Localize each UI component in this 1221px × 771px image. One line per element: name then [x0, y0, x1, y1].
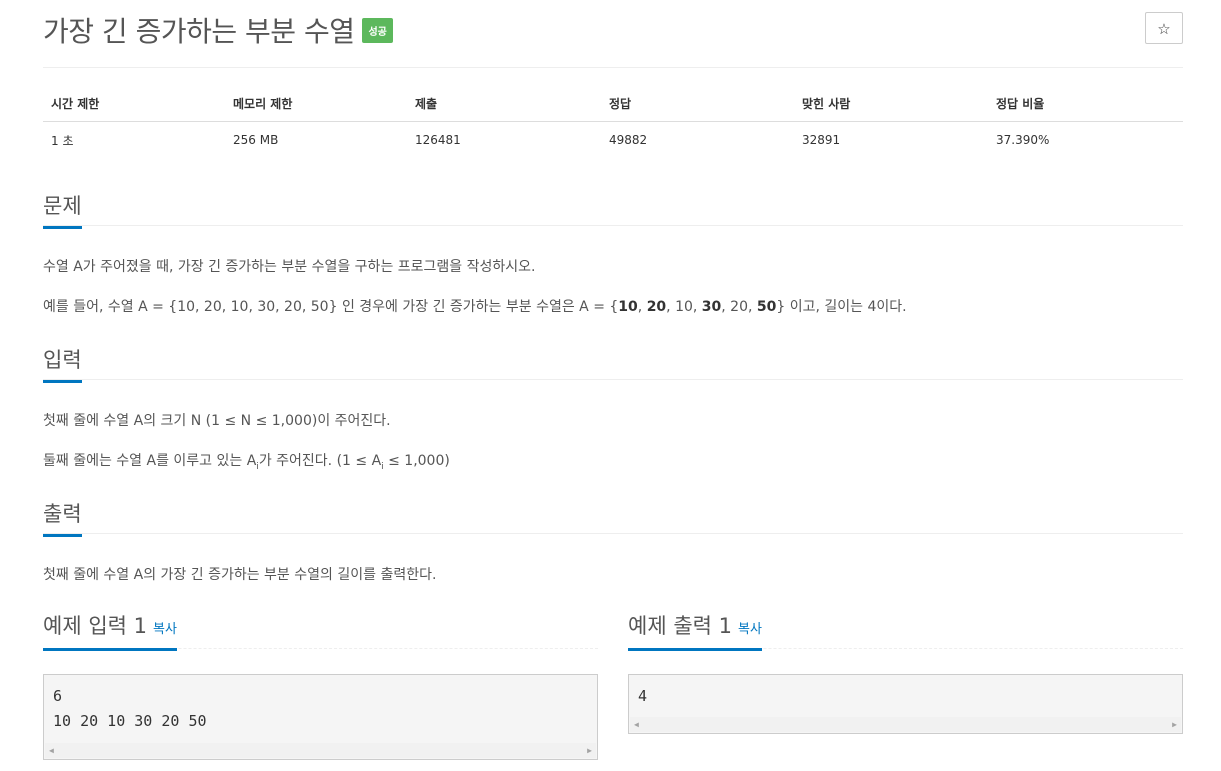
input-text-2-b: 가 주어진다. (1 ≤ A — [258, 453, 382, 469]
value-solved-users: 32891 — [802, 133, 841, 147]
sep-1: , — [637, 299, 647, 315]
sample-input-heading-text: 예제 입력 1 — [43, 614, 147, 638]
problem-info-table: 시간 제한 메모리 제한 제출 정답 맞힌 사람 정답 비율 1 초 256 M… — [43, 86, 1183, 158]
sample-input-line-1: 6 — [53, 687, 63, 705]
sample-input-heading: 예제 입력 1 복사 — [43, 610, 177, 651]
sep-3: , 20, — [721, 299, 757, 315]
sample-input-box[interactable]: 6 10 20 10 30 20 50 ◀ ▶ — [43, 674, 598, 760]
value-accepted: 49882 — [609, 133, 648, 147]
input-heading: 입력 — [43, 344, 82, 383]
info-header-row: 시간 제한 메모리 제한 제출 정답 맞힌 사람 정답 비율 — [43, 86, 1183, 122]
value-memory-limit: 256 MB — [233, 133, 279, 147]
header-memory-limit: 메모리 제한 — [225, 86, 407, 122]
output-section-header: 출력 — [43, 498, 1183, 537]
copy-input-button[interactable]: 복사 — [153, 622, 177, 637]
header-submissions: 제출 — [407, 86, 601, 122]
sample-input-line-2: 10 20 10 30 20 50 — [53, 712, 207, 730]
bold-value-2: 20 — [646, 299, 667, 315]
title-row: 가장 긴 증가하는 부분 수열 성공 ☆ — [43, 0, 1183, 68]
problem-page: 가장 긴 증가하는 부분 수열 성공 ☆ 시간 제한 메모리 제한 제출 정답 맞… — [43, 0, 1183, 760]
output-heading: 출력 — [43, 498, 82, 537]
sample-output-heading: 예제 출력 1 복사 — [628, 610, 762, 651]
problem-text-2: 예를 들어, 수열 A = {10, 20, 10, 30, 20, 50} 인… — [43, 296, 907, 316]
header-accept-ratio: 정답 비율 — [988, 86, 1183, 122]
sample-input-column: 예제 입력 1 복사 6 10 20 10 30 20 50 ◀ ▶ — [43, 610, 598, 760]
scroll-left-icon[interactable]: ◀ — [49, 746, 54, 755]
sample-input-header: 예제 입력 1 복사 — [43, 610, 598, 651]
header-solved-users: 맞힌 사람 — [794, 86, 988, 122]
problem-text-2-suffix: } 이고, 길이는 4이다. — [776, 299, 907, 315]
problem-section-header: 문제 — [43, 190, 1183, 229]
header-time-limit: 시간 제한 — [43, 86, 225, 122]
sample-output-column: 예제 출력 1 복사 4 ◀ ▶ — [628, 610, 1183, 734]
scroll-right-icon[interactable]: ▶ — [587, 746, 592, 755]
bold-value-4: 50 — [756, 299, 777, 315]
output-text-1: 첫째 줄에 수열 A의 가장 긴 증가하는 부분 수열의 길이를 출력한다. — [43, 567, 437, 583]
info-value-row: 1 초 256 MB 126481 49882 32891 37.390% — [43, 122, 1183, 159]
input-text-1: 첫째 줄에 수열 A의 크기 N (1 ≤ N ≤ 1,000)이 주어진다. — [43, 413, 391, 429]
sample-output-heading-text: 예제 출력 1 — [628, 614, 732, 638]
horizontal-scrollbar[interactable]: ◀ ▶ — [45, 743, 596, 758]
page-title-text: 가장 긴 증가하는 부분 수열 — [43, 15, 355, 48]
sample-output-box[interactable]: 4 ◀ ▶ — [628, 674, 1183, 734]
problem-text-1: 수열 A가 주어졌을 때, 가장 긴 증가하는 부분 수열을 구하는 프로그램을… — [43, 259, 536, 275]
input-text-2-a: 둘째 줄에는 수열 A를 이루고 있는 A — [43, 453, 257, 469]
star-button[interactable]: ☆ — [1145, 12, 1183, 44]
header-accepted: 정답 — [601, 86, 794, 122]
input-text-2: 둘째 줄에는 수열 A를 이루고 있는 Ai가 주어진다. (1 ≤ Ai ≤ … — [43, 450, 450, 472]
bold-value-3: 30 — [701, 299, 722, 315]
problem-heading: 문제 — [43, 190, 82, 229]
output-section: 출력 첫째 줄에 수열 A의 가장 긴 증가하는 부분 수열의 길이를 출력한다… — [43, 498, 1183, 583]
value-submissions: 126481 — [415, 133, 461, 147]
page-title: 가장 긴 증가하는 부분 수열 성공 — [43, 10, 393, 50]
star-icon: ☆ — [1157, 20, 1171, 38]
input-text-2-c: ≤ 1,000) — [383, 453, 450, 469]
value-time-limit: 1 초 — [51, 133, 74, 148]
sep-2: , 10, — [666, 299, 702, 315]
input-section: 입력 첫째 줄에 수열 A의 크기 N (1 ≤ N ≤ 1,000)이 주어진… — [43, 344, 1183, 472]
copy-output-button[interactable]: 복사 — [738, 622, 762, 637]
sample-output-line-1: 4 — [638, 687, 648, 705]
problem-description-section: 문제 수열 A가 주어졌을 때, 가장 긴 증가하는 부분 수열을 구하는 프로… — [43, 190, 1183, 315]
status-badge: 성공 — [362, 17, 393, 43]
value-accept-ratio: 37.390% — [996, 133, 1050, 147]
horizontal-scrollbar[interactable]: ◀ ▶ — [630, 717, 1181, 732]
scroll-left-icon[interactable]: ◀ — [634, 720, 639, 729]
problem-text-2-prefix: 예를 들어, 수열 A = {10, 20, 10, 30, 20, 50} 인… — [43, 299, 619, 315]
scroll-right-icon[interactable]: ▶ — [1172, 720, 1177, 729]
sample-output-header: 예제 출력 1 복사 — [628, 610, 1183, 651]
input-section-header: 입력 — [43, 344, 1183, 383]
bold-value-1: 10 — [618, 299, 638, 315]
